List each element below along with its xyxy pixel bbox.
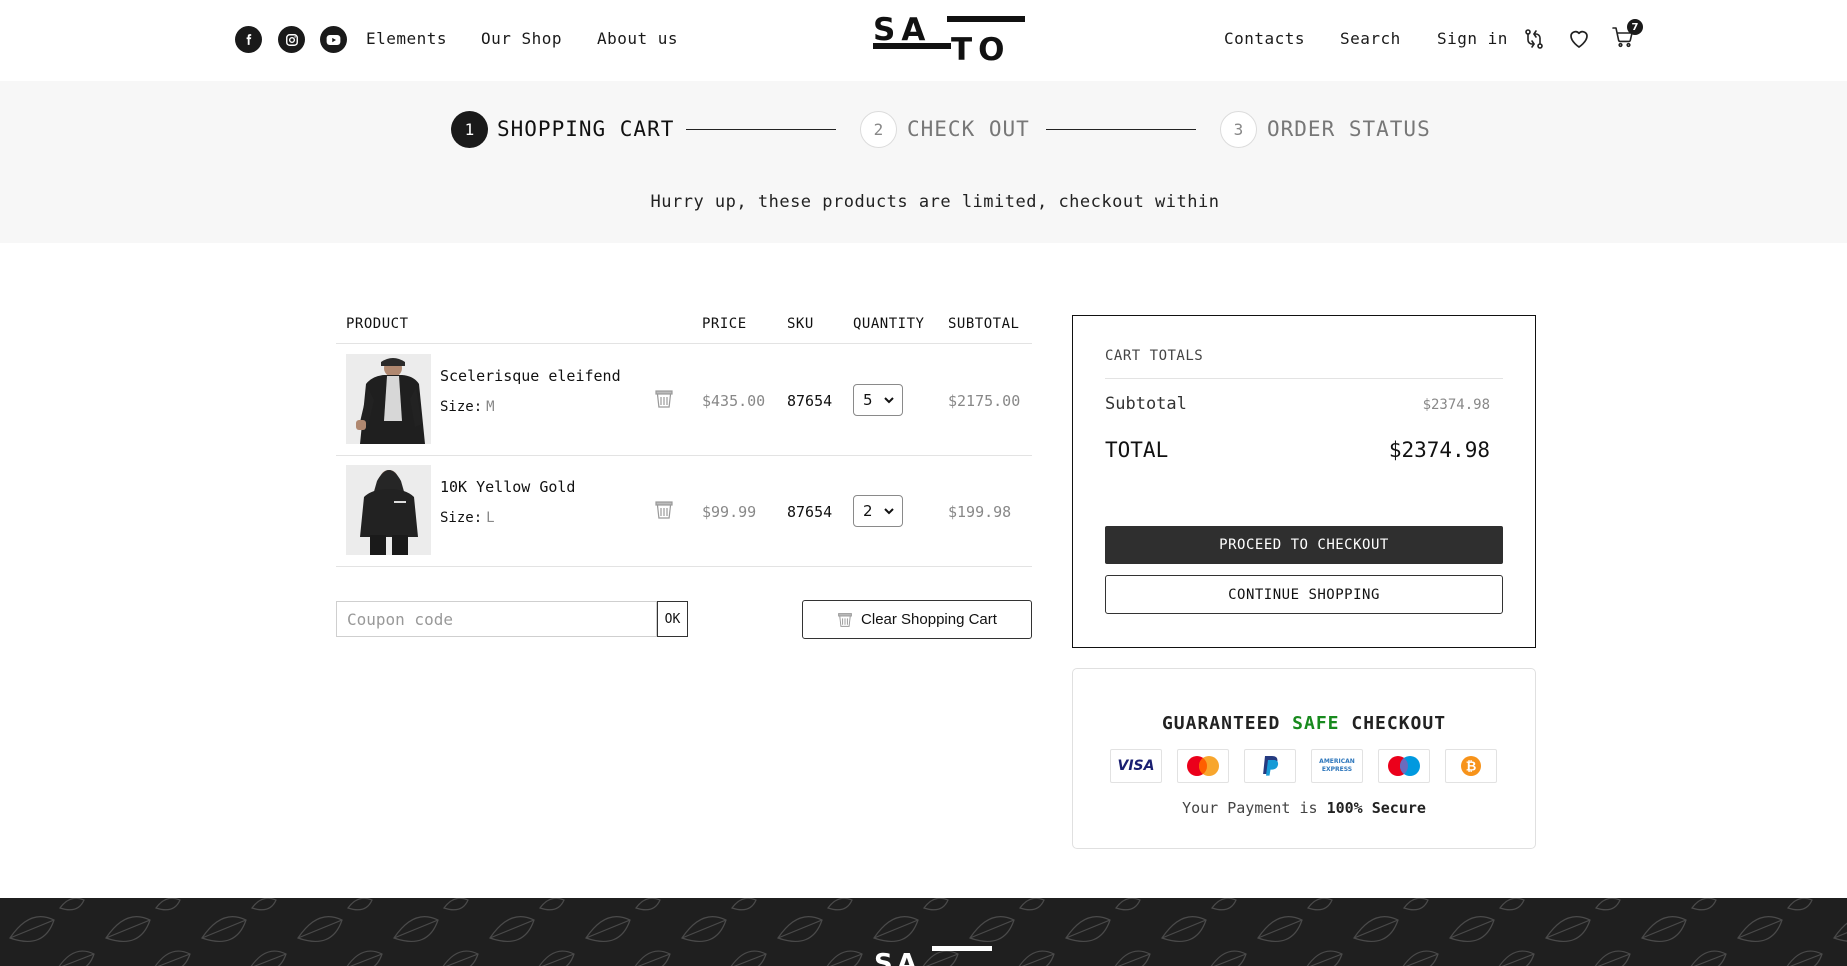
col-header-price: PRICE (702, 316, 747, 332)
instagram-icon[interactable] (278, 26, 305, 53)
continue-shopping-button[interactable]: CONTINUE SHOPPING (1105, 575, 1503, 614)
step-check-out: CHECK OUT (907, 117, 1030, 141)
step-3-number: 3 (1220, 111, 1257, 148)
heart-icon[interactable] (1567, 27, 1591, 55)
size-value: L (486, 510, 495, 526)
nav-our-shop[interactable]: Our Shop (481, 29, 562, 48)
visa-wordmark: VISA (1117, 758, 1155, 774)
step-shopping-cart: SHOPPING CART (497, 117, 675, 141)
cart-count-badge: 7 (1627, 19, 1643, 35)
quantity-select[interactable]: 2 (853, 495, 903, 527)
remove-item-icon[interactable] (654, 500, 674, 520)
maestro-icon (1378, 749, 1430, 783)
step-connector (1046, 129, 1196, 130)
clear-cart-label: Clear Shopping Cart (861, 611, 997, 628)
product-name[interactable]: 10K Yellow Gold (440, 478, 575, 496)
safe-checkout-title: GUARANTEED SAFE CHECKOUT (1073, 713, 1535, 734)
american-express-icon: AMERICAN EXPRESS (1311, 749, 1363, 783)
clear-cart-button[interactable]: Clear Shopping Cart (802, 600, 1032, 639)
bitcoin-icon: ₿ (1445, 749, 1497, 783)
total-label: TOTAL (1105, 438, 1169, 462)
col-header-product: PRODUCT (346, 316, 409, 332)
facebook-icon[interactable] (235, 26, 262, 53)
chevron-down-icon (884, 397, 894, 404)
nav-contacts[interactable]: Contacts (1224, 29, 1305, 48)
table-header-divider (336, 343, 1032, 344)
nav-search[interactable]: Search (1340, 29, 1401, 48)
step-1-number: 1 (451, 111, 488, 148)
nav-about-us[interactable]: About us (597, 29, 678, 48)
apply-coupon-button[interactable]: OK (657, 601, 688, 637)
quantity-value: 5 (863, 391, 873, 409)
proceed-to-checkout-button[interactable]: PROCEED TO CHECKOUT (1105, 526, 1503, 564)
nav-sign-in[interactable]: Sign in (1437, 29, 1508, 48)
product-name[interactable]: Scelerisque eleifend (440, 367, 621, 385)
site-logo[interactable]: SA TO (873, 12, 1025, 68)
step-connector (686, 129, 836, 130)
svg-text:TO: TO (951, 32, 1011, 62)
col-header-sku: SKU (787, 316, 814, 332)
col-header-quantity: QUANTITY (853, 316, 925, 332)
cart-totals-title: CART TOTALS (1105, 348, 1204, 364)
cart-totals-panel: CART TOTALS Subtotal $2374.98 TOTAL $237… (1072, 315, 1536, 648)
title-text: GUARANTEED (1161, 713, 1281, 734)
item-sku: 87654 (787, 503, 833, 521)
amex-wordmark: AMERICAN EXPRESS (1319, 758, 1355, 773)
step-order-status: ORDER STATUS (1267, 117, 1431, 141)
safe-checkout-panel: GUARANTEED SAFE CHECKOUT VISA AMERICAN E… (1072, 668, 1536, 849)
remove-item-icon[interactable] (654, 389, 674, 409)
paypal-icon (1244, 749, 1296, 783)
total-value: $2374.98 (1388, 438, 1490, 462)
step-2-number: 2 (860, 111, 897, 148)
item-subtotal: $2175.00 (948, 392, 1021, 410)
title-accent: SAFE (1292, 713, 1340, 734)
size-label: Size: (440, 510, 483, 526)
item-sku: 87654 (787, 392, 833, 410)
size-value: M (486, 399, 495, 415)
svg-text:₿: ₿ (1466, 760, 1477, 775)
site-footer: SA (0, 898, 1847, 966)
product-image[interactable] (346, 465, 431, 555)
site-header: Elements Our Shop About us SA TO Contact… (0, 0, 1847, 81)
title-text: CHECKOUT (1351, 713, 1447, 734)
item-subtotal: $199.98 (948, 503, 1012, 521)
checkout-steps-band (0, 81, 1847, 243)
note-bold: 100% Secure (1326, 799, 1426, 817)
footer-logo: SA (874, 946, 992, 966)
svg-text:SA: SA (874, 949, 921, 966)
chevron-down-icon (884, 508, 894, 515)
item-price: $435.00 (702, 392, 766, 410)
item-price: $99.99 (702, 503, 757, 521)
product-size: Size: M (440, 399, 495, 415)
size-label: Size: (440, 399, 483, 415)
product-size: Size: L (440, 510, 495, 526)
product-image[interactable] (346, 354, 431, 444)
trash-icon (838, 612, 852, 627)
secure-payment-note: Your Payment is 100% Secure (1073, 799, 1535, 817)
subtotal-value: $2374.98 (1422, 397, 1490, 413)
compare-icon[interactable] (1522, 27, 1546, 55)
col-header-subtotal: SUBTOTAL (948, 316, 1020, 332)
quantity-select[interactable]: 5 (853, 384, 903, 416)
divider (1105, 378, 1503, 379)
quantity-value: 2 (863, 502, 873, 520)
visa-icon: VISA (1110, 749, 1162, 783)
row-divider (336, 455, 1032, 456)
coupon-input[interactable] (336, 601, 657, 637)
row-divider (336, 566, 1032, 567)
note-text: Your Payment is (1182, 799, 1318, 817)
urgency-notice: Hurry up, these products are limited, ch… (650, 192, 1220, 212)
youtube-icon[interactable] (320, 26, 347, 53)
nav-elements[interactable]: Elements (366, 29, 447, 48)
subtotal-label: Subtotal (1105, 394, 1187, 414)
mastercard-icon (1177, 749, 1229, 783)
